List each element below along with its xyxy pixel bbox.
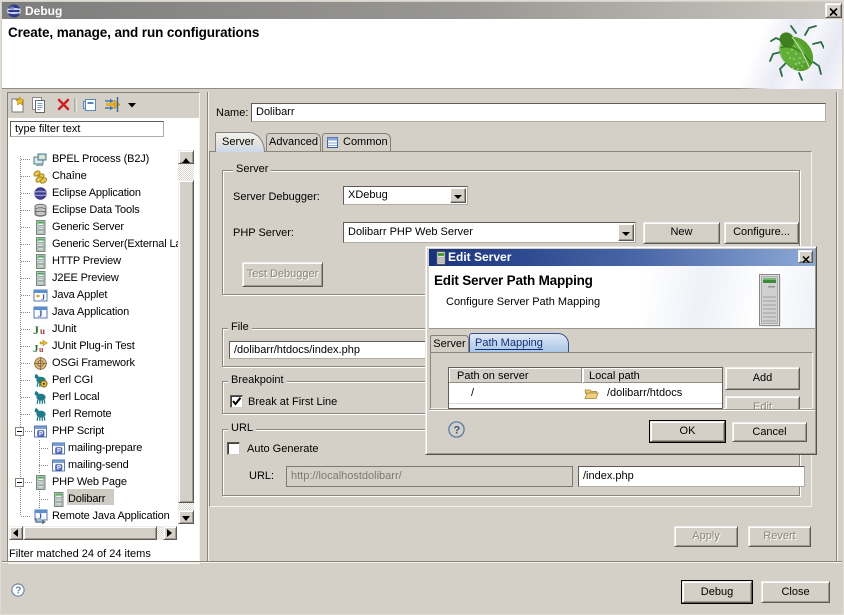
svg-text:P: P: [57, 466, 61, 472]
svg-text:J: J: [33, 323, 39, 337]
svg-text:u: u: [39, 345, 44, 354]
svg-text:J: J: [38, 309, 43, 319]
svg-text:P: P: [57, 449, 61, 455]
svg-text:P: P: [39, 432, 43, 438]
svg-text:u: u: [40, 326, 45, 336]
svg-text:J: J: [41, 293, 45, 302]
svg-text:J: J: [38, 512, 42, 521]
svg-text:?: ?: [454, 425, 461, 437]
svg-text:?: ?: [15, 586, 21, 597]
